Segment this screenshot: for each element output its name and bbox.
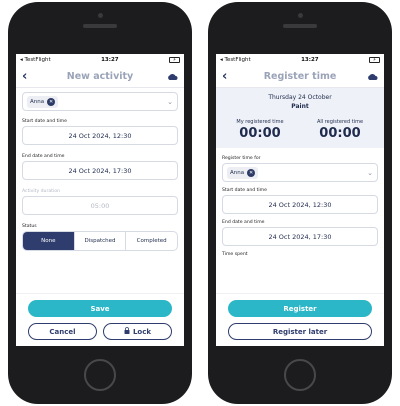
home-button[interactable]	[84, 359, 116, 391]
lock-icon	[124, 327, 130, 336]
chevron-down-icon[interactable]: ⌄	[167, 98, 173, 106]
speaker-grille	[83, 24, 117, 28]
status-bar: ◂ TestFlight 13:27 ⚡	[216, 54, 384, 66]
start-label: Start date and time	[22, 119, 67, 124]
assignee-select[interactable]: Anna ✕ ⌄	[22, 92, 178, 111]
register-later-button[interactable]: Register later	[228, 323, 372, 340]
front-camera	[98, 13, 103, 18]
summary-date: Thursday 24 October	[268, 94, 332, 101]
phone-left: ◂ TestFlight 13:27 ⚡ ‹ New activity Anna…	[8, 2, 192, 404]
battery-icon: ⚡	[169, 57, 180, 63]
screen-new-activity: ◂ TestFlight 13:27 ⚡ ‹ New activity Anna…	[16, 54, 184, 346]
back-button[interactable]: ‹	[22, 69, 36, 84]
time-spent-label: Time spent	[222, 252, 248, 257]
page-title: New activity	[66, 71, 134, 82]
status-option-dispatched[interactable]: Dispatched	[75, 232, 127, 250]
start-label: Start date and time	[222, 188, 267, 193]
status-option-completed[interactable]: Completed	[126, 232, 177, 250]
page-title: Register time	[263, 71, 337, 82]
action-footer: Save Cancel Lock	[16, 293, 184, 346]
carrier-label: ◂ TestFlight	[220, 57, 251, 63]
summary-task: Paint	[291, 103, 309, 110]
clock: 13:27	[301, 57, 319, 63]
save-button[interactable]: Save	[28, 300, 172, 317]
register-for-select[interactable]: Anna ✕ ⌄	[222, 163, 378, 182]
cancel-button[interactable]: Cancel	[28, 323, 97, 340]
nav-bar: ‹ Register time	[216, 66, 384, 88]
remove-chip-icon[interactable]: ✕	[47, 97, 56, 106]
assignee-name: Anna	[230, 169, 245, 176]
phone-right: ◂ TestFlight 13:27 ⚡ ‹ Register time Thu…	[208, 2, 392, 404]
speaker-grille	[283, 24, 317, 28]
end-datetime-field[interactable]: 24 Oct 2024, 17:30	[22, 161, 178, 180]
cloud-icon[interactable]	[164, 73, 178, 81]
duration-field: 05:00	[22, 196, 178, 215]
back-button[interactable]: ‹	[222, 69, 236, 84]
assignee-chip: Anna ✕	[27, 95, 59, 108]
front-camera	[298, 13, 303, 18]
end-datetime-field[interactable]: 24 Oct 2024, 17:30	[222, 227, 378, 246]
nav-bar: ‹ New activity	[16, 66, 184, 88]
my-registered-value: 00:00	[239, 126, 281, 141]
status-option-none[interactable]: None	[23, 232, 75, 250]
all-registered-label: All registered time	[316, 119, 364, 125]
remove-chip-icon[interactable]: ✕	[247, 168, 256, 177]
home-button[interactable]	[284, 359, 316, 391]
start-datetime-field[interactable]: 24 Oct 2024, 12:30	[22, 126, 178, 145]
status-segmented-control: None Dispatched Completed	[22, 231, 178, 251]
assignee-name: Anna	[30, 98, 45, 105]
duration-label: Activity duration	[22, 189, 60, 194]
assignee-chip: Anna ✕	[227, 166, 259, 179]
lock-label: Lock	[132, 327, 152, 336]
cloud-icon[interactable]	[364, 73, 378, 81]
start-datetime-field[interactable]: 24 Oct 2024, 12:30	[222, 195, 378, 214]
end-label: End date and time	[22, 154, 65, 159]
clock: 13:27	[101, 57, 119, 63]
my-registered-time: My registered time 00:00	[220, 119, 300, 141]
carrier-label: ◂ TestFlight	[20, 57, 51, 63]
lock-button[interactable]: Lock	[103, 323, 172, 340]
chevron-down-icon[interactable]: ⌄	[367, 169, 373, 177]
action-footer: Register Register later	[216, 293, 384, 346]
time-summary-panel: Thursday 24 October Paint My registered …	[216, 88, 384, 148]
register-button[interactable]: Register	[228, 300, 372, 317]
battery-icon: ⚡	[369, 57, 380, 63]
my-registered-label: My registered time	[236, 119, 284, 125]
all-registered-value: 00:00	[319, 126, 361, 141]
screen-register-time: ◂ TestFlight 13:27 ⚡ ‹ Register time Thu…	[216, 54, 384, 346]
all-registered-time: All registered time 00:00	[300, 119, 380, 141]
status-label: Status	[22, 224, 37, 229]
end-label: End date and time	[222, 220, 265, 225]
status-bar: ◂ TestFlight 13:27 ⚡	[16, 54, 184, 66]
register-for-label: Register time for	[222, 156, 261, 161]
